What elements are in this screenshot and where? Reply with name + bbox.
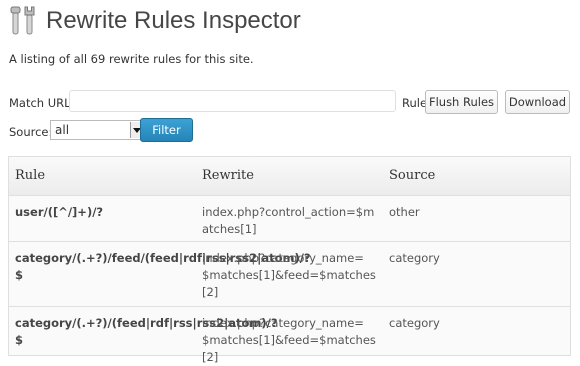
table-row: user/([^/]+)/? index.php?control_action=… (9, 196, 570, 242)
page-title: Rewrite Rules Inspector (46, 7, 301, 34)
rule-text: Rule (402, 96, 428, 110)
rule-cell: user/([^/]+)/? (15, 205, 104, 219)
rule-cell: category/(.+?)/(feed|rdf|rss|rss2|atom)/… (15, 316, 278, 347)
rules-table: Rule Rewrite Source user/([^/]+)/? index… (8, 156, 571, 364)
match-url-input[interactable] (69, 90, 396, 112)
flush-rules-button[interactable]: Flush Rules (425, 90, 498, 114)
rule-cell: category/(.+?)/feed/(feed|rdf|rss|rss2|a… (15, 251, 311, 282)
filter-button[interactable]: Filter (140, 118, 193, 142)
source-label: Source: (9, 125, 53, 139)
column-header-rewrite[interactable]: Rewrite (202, 168, 254, 183)
source-cell: category (389, 316, 440, 330)
table-row: category/(.+?)/feed/(feed|rdf|rss|rss2|a… (9, 242, 570, 307)
download-button[interactable]: Download (505, 90, 570, 114)
column-header-rule[interactable]: Rule (15, 168, 45, 183)
source-selected-value: all (55, 123, 70, 137)
table-row: category/(.+?)/(feed|rdf|rss|rss2|atom)/… (9, 307, 570, 364)
tools-icon (10, 6, 35, 35)
source-cell: category (389, 251, 440, 265)
page-description: A listing of all 69 rewrite rules for th… (9, 52, 254, 66)
source-cell: other (389, 205, 420, 219)
rewrite-cell: index.php?category_name=$matches[1]&feed… (202, 251, 376, 299)
page-header: Rewrite Rules Inspector (8, 4, 301, 38)
column-header-source[interactable]: Source (389, 168, 435, 183)
match-url-label: Match URL: (9, 96, 75, 110)
source-select[interactable]: all (50, 120, 144, 140)
rewrite-cell: index.php?control_action=$matches[1] (202, 205, 375, 236)
match-url-row: Match URL: Rule Flush Rules Download (9, 90, 579, 116)
table-header: Rule Rewrite Source (9, 157, 570, 196)
rewrite-cell: index.php?category_name=$matches[1]&feed… (202, 316, 376, 364)
